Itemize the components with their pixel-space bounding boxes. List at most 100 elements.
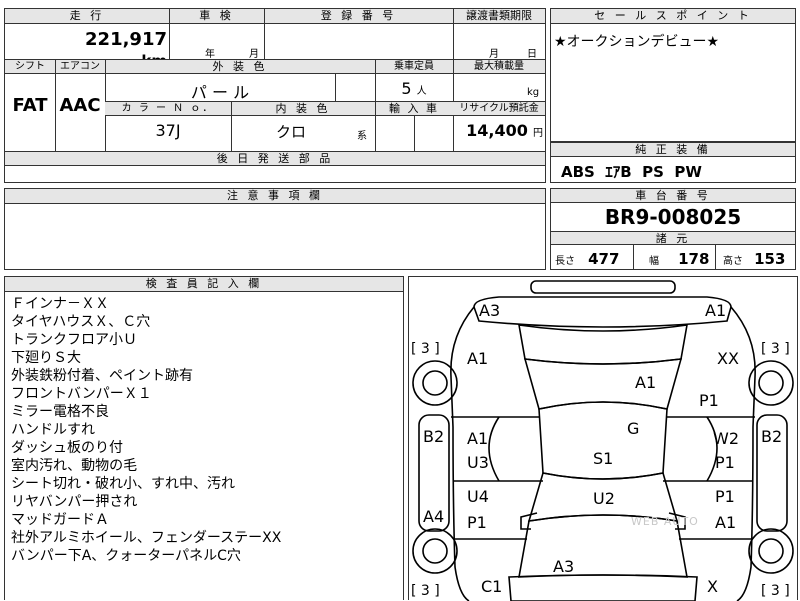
front-bumper: [508, 574, 698, 601]
list-item: マッドガードＡ: [11, 512, 109, 528]
label-tire-rl: [ 3 ]: [411, 341, 440, 357]
list-item: ハンドルすれ: [11, 422, 95, 438]
car-diagram-block: A3 A1 [ 3 ] [ 3 ] A1 XX A1 P1 G B2 B2 A1…: [408, 276, 798, 601]
label-fdoor-left-p1: P1: [467, 513, 487, 532]
list-item: フロントバンパーＸ１: [11, 386, 152, 402]
wheel-front-right: [748, 528, 794, 574]
mileage-value: 221,917 km: [67, 29, 167, 70]
interior-unit: 系: [357, 131, 367, 142]
caution-block: 注 意 事 項 欄: [4, 188, 546, 270]
label-rear-left: A3: [479, 301, 501, 320]
equipment-header: 純 正 装 備: [551, 143, 795, 157]
chassis-header: 車 台 番 号: [551, 189, 795, 203]
label-fdoor-right-a1: A1: [715, 513, 737, 532]
exterior-value: パ ー ル: [190, 83, 250, 102]
label-qp-right: XX: [717, 349, 739, 368]
label-roof: G: [627, 419, 640, 438]
transfer-month: 月: [489, 49, 499, 60]
later-parts-header: 後 日 発 送 部 品: [5, 152, 545, 166]
label-right-rear-p1: P1: [699, 391, 719, 410]
label-seat-rear: S1: [593, 449, 614, 468]
transfer-day: 日: [527, 49, 537, 60]
width-label: 幅: [649, 256, 659, 267]
list-item: リヤバンパー押され: [11, 494, 138, 510]
caution-header: 注 意 事 項 欄: [5, 189, 545, 204]
label-rdoor-left-u3: U3: [467, 453, 489, 472]
color-no-value: 37J: [155, 121, 181, 140]
shift-value: FAT: [12, 95, 48, 116]
wheel-rear-left: [412, 360, 458, 406]
width-value: 178: [678, 250, 710, 268]
label-rdoor-right-w2: W2: [713, 429, 739, 448]
color-no-header: カ ラ ー Ｎ ｏ．: [105, 102, 231, 116]
capacity-unit: 人: [416, 86, 427, 97]
list-item: シート切れ・破れ小、すれ中、汚れ: [11, 476, 235, 492]
rear-bumper: [530, 280, 676, 294]
wheel-rear-right: [748, 360, 794, 406]
length-label: 長さ: [555, 256, 575, 267]
label-hood: A3: [553, 557, 575, 576]
chassis-value: BR9-008025: [604, 205, 742, 229]
list-item: トランクフロア小Ｕ: [11, 332, 137, 348]
sales-point-header: セ ー ル ス ポ イ ン ト: [551, 9, 795, 24]
label-fdoor-left-u4: U4: [467, 487, 489, 506]
inspection-year: 年: [205, 49, 215, 60]
label-pillar-right: B2: [761, 427, 783, 446]
specs-header: 諸 元: [551, 231, 795, 245]
list-item: ミラー電格不良: [11, 404, 109, 420]
rear-panel: [473, 296, 732, 328]
mileage-header: 走 行: [5, 9, 169, 24]
recycle-cell: 14,400 円: [453, 121, 543, 140]
list-item: Ｆインナ－ＸＸ: [11, 296, 109, 312]
shift-header: シフト: [5, 60, 55, 74]
capacity-cell: 5 人: [375, 79, 453, 98]
inspection-month: 月: [249, 49, 259, 60]
inspector-header: 検 査 員 記 入 欄: [5, 277, 403, 292]
ac-header: エアコン: [55, 60, 105, 74]
label-qp-left: A1: [467, 349, 489, 368]
registration-header: 登 録 番 号: [264, 9, 453, 24]
trunk-lid: [518, 324, 688, 365]
interior-header: 内 装 色: [231, 102, 375, 116]
inspector-notes-list: Ｆインナ－ＸＸ タイヤハウスＸ、Ｃ穴 トランクフロア小Ｕ 下廻りＳ大 外装鉄粉付…: [11, 295, 281, 565]
vehicle-info-block: 走 行 車 検 登 録 番 号 譲渡書類期限 221,917 km 年 月 月 …: [4, 8, 546, 183]
label-tire-fr: [ 3 ]: [761, 583, 790, 599]
list-item: ダッシュ板のり付: [11, 440, 123, 456]
label-tire-rr: [ 3 ]: [761, 341, 790, 357]
height-label: 高さ: [723, 256, 743, 267]
chassis-block: 車 台 番 号 BR9-008025 諸 元 長さ 477 幅 178 高さ 1…: [550, 188, 796, 270]
recycle-header: リサイクル預託金: [453, 102, 545, 116]
exterior-header: 外 装 色: [105, 60, 375, 74]
label-tire-fl: [ 3 ]: [411, 583, 440, 599]
label-rdoor-right-p1: P1: [715, 453, 735, 472]
sales-point-block: セ ー ル ス ポ イ ン ト ★オークションデビュー★: [550, 8, 796, 142]
label-sill-left: A4: [423, 507, 445, 526]
length-value: 477: [588, 250, 620, 268]
list-item: バンパー下A、クォーターパネルC穴: [11, 548, 241, 564]
label-fender-left: C1: [481, 577, 503, 596]
maxload-unit: kg: [527, 87, 540, 98]
list-item: 下廻りＳ大: [11, 350, 81, 366]
length-spec: 長さ 477: [555, 249, 619, 268]
recycle-unit: 円: [533, 128, 543, 139]
list-item: タイヤハウスＸ、Ｃ穴: [11, 314, 151, 330]
height-spec: 高さ 153: [723, 249, 785, 268]
width-spec: 幅 178: [649, 249, 709, 268]
inspector-block: 検 査 員 記 入 欄 Ｆインナ－ＸＸ タイヤハウスＸ、Ｃ穴 トランクフロア小Ｕ…: [4, 276, 404, 600]
label-fender-right: X: [707, 577, 718, 596]
label-fdoor-right-p1: P1: [715, 487, 735, 506]
label-rear-right: A1: [705, 301, 727, 320]
capacity-value: 5: [401, 79, 412, 98]
list-item: 外装鉄粉付着、ペイント跡有: [11, 368, 193, 384]
maxload-header: 最大積載量: [453, 60, 545, 74]
equipment-text: ABS ｴｱB PS PW: [561, 163, 702, 181]
recycle-value: 14,400: [466, 121, 528, 140]
label-pillar-left: B2: [423, 427, 445, 446]
equipment-block: 純 正 装 備 ABS ｴｱB PS PW: [550, 142, 796, 183]
sales-point-text: ★オークションデビュー★: [554, 34, 720, 50]
capacity-header: 乗車定員: [375, 60, 453, 74]
transfer-header: 譲渡書類期限: [453, 9, 545, 24]
inspection-header: 車 検: [169, 9, 264, 24]
interior-value: クロ: [275, 123, 306, 141]
label-seat-front: U2: [593, 489, 615, 508]
